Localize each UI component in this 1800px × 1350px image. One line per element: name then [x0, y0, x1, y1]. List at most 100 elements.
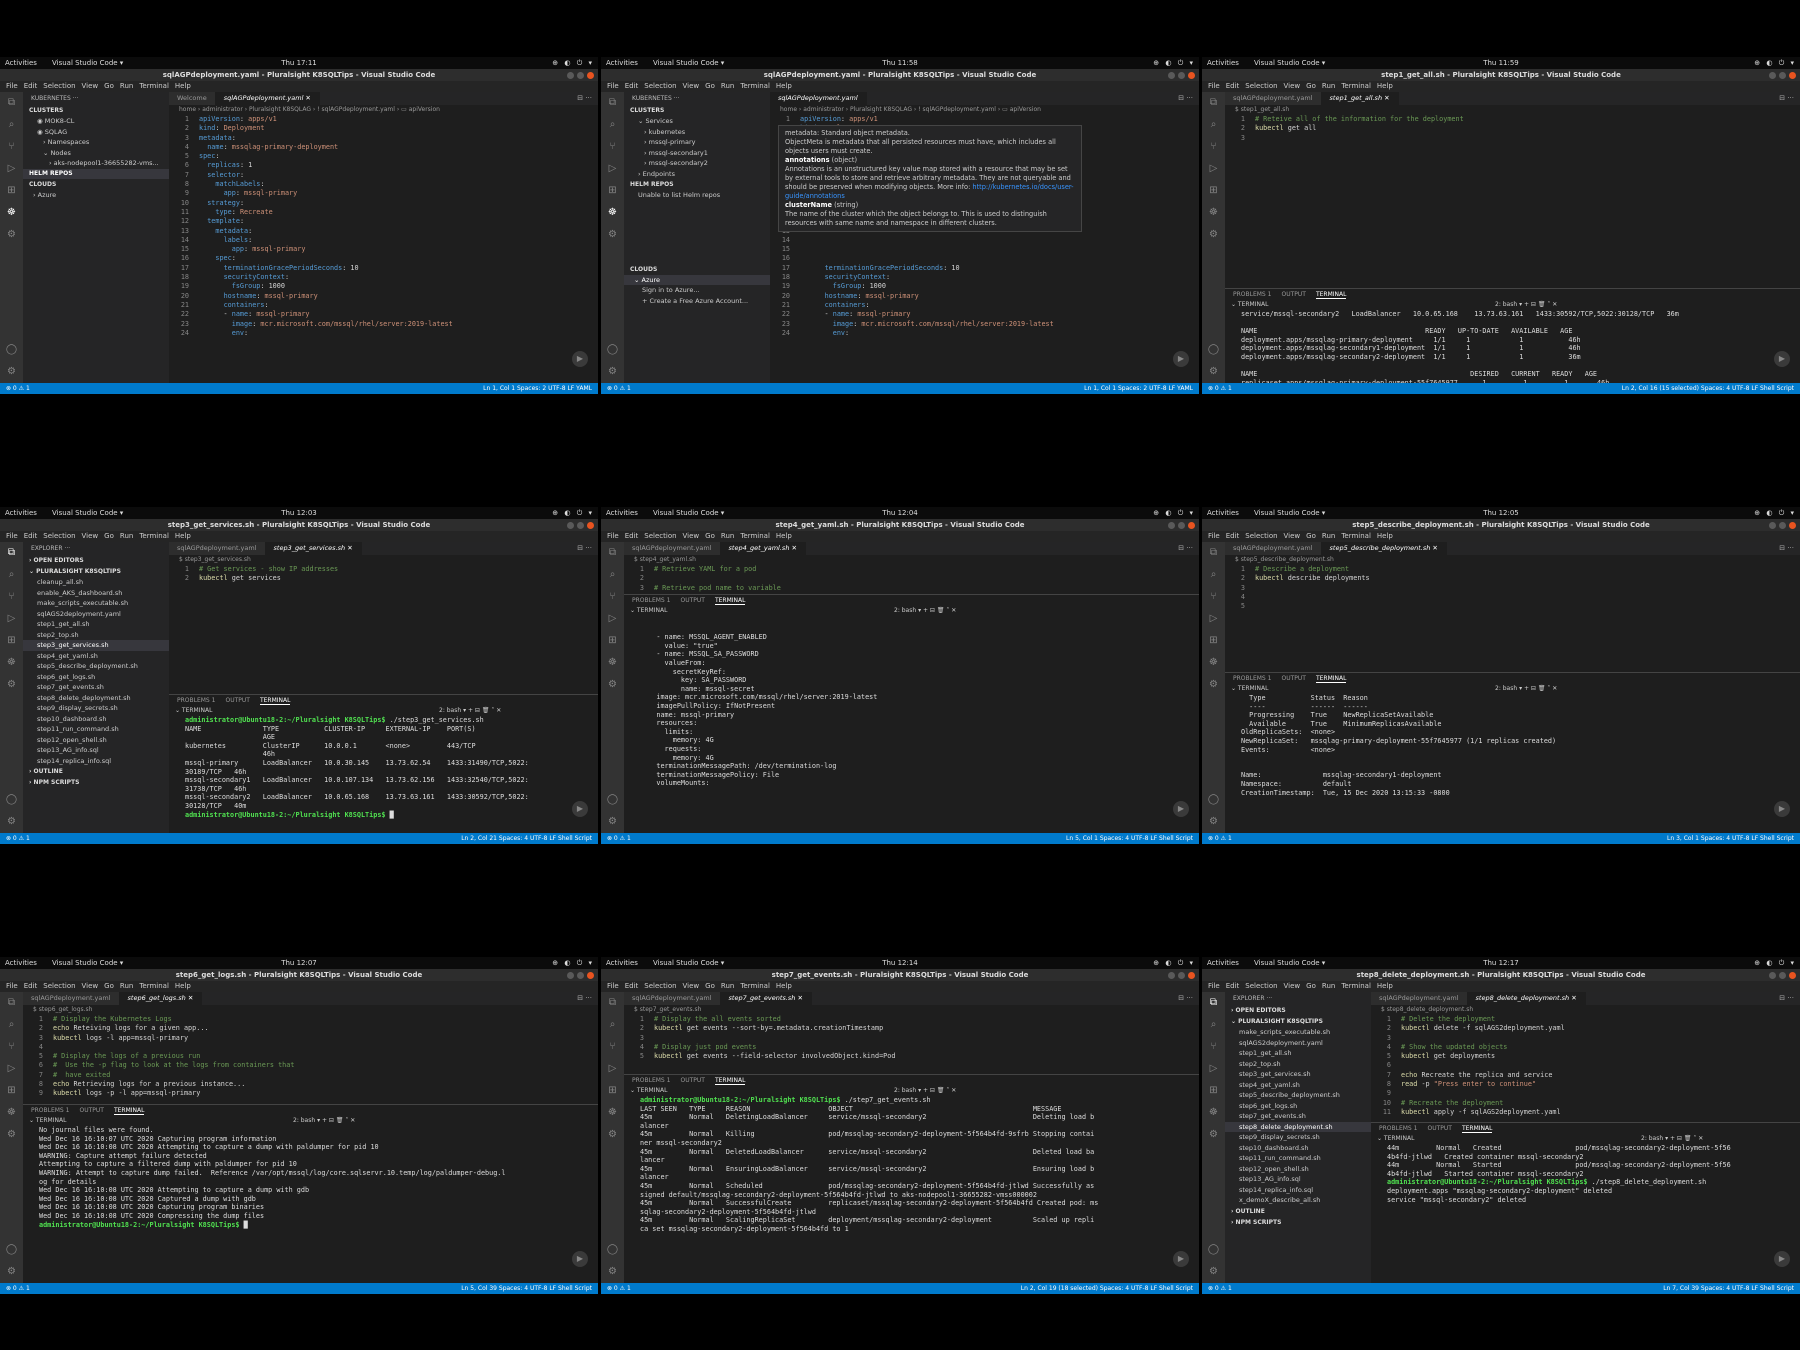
- close-button[interactable]: [1188, 972, 1195, 979]
- menu-file[interactable]: File: [1208, 532, 1220, 540]
- side-bar-section[interactable]: › NPM SCRIPTS: [23, 777, 169, 788]
- source-control-icon[interactable]: ⑂: [0, 1036, 23, 1058]
- tree-item[interactable]: make_scripts_executable.sh: [1225, 1027, 1371, 1038]
- split-editor-icon[interactable]: ⊟ ···: [1779, 542, 1794, 555]
- docker-icon[interactable]: ⚙: [601, 1124, 624, 1146]
- explorer-icon[interactable]: ⧉: [601, 992, 624, 1014]
- tree-item[interactable]: [624, 243, 770, 254]
- menu-help[interactable]: Help: [1377, 82, 1393, 90]
- close-button[interactable]: [1188, 522, 1195, 529]
- clock[interactable]: Thu 12:07: [0, 957, 598, 969]
- menu-help[interactable]: Help: [776, 532, 792, 540]
- tree-item[interactable]: step11_run_command.sh: [23, 724, 169, 735]
- tree-item[interactable]: step1_get_all.sh: [23, 619, 169, 630]
- editor-tab[interactable]: step8_delete_deployment.sh ✕: [1467, 992, 1586, 1005]
- tree-item[interactable]: › mssql-secondary2: [624, 158, 770, 169]
- menu-help[interactable]: Help: [776, 982, 792, 990]
- status-cursor-info[interactable]: Ln 2, Col 21 Spaces: 4 UTF-8 LF Shell Sc…: [461, 833, 592, 844]
- source-control-icon[interactable]: ⑂: [601, 586, 624, 608]
- settings-gear-icon[interactable]: ⚙: [1202, 1261, 1225, 1283]
- run-button-icon[interactable]: ▶: [1774, 801, 1790, 817]
- menu-view[interactable]: View: [683, 982, 700, 990]
- clock[interactable]: Thu 12:05: [1202, 507, 1800, 519]
- explorer-icon[interactable]: ⧉: [601, 542, 624, 564]
- clock[interactable]: Thu 11:59: [1202, 57, 1800, 69]
- account-icon[interactable]: ◯: [1202, 339, 1225, 361]
- terminal-shell-select[interactable]: 2: bash ▾ + ⊟ 🗑 ˄ ✕: [894, 606, 956, 616]
- account-icon[interactable]: ◯: [1202, 789, 1225, 811]
- menu-run[interactable]: Run: [1322, 532, 1335, 540]
- close-button[interactable]: [1789, 522, 1796, 529]
- settings-gear-icon[interactable]: ⚙: [0, 1261, 23, 1283]
- kubernetes-icon[interactable]: ☸: [0, 652, 23, 674]
- menu-run[interactable]: Run: [721, 82, 734, 90]
- status-cursor-info[interactable]: Ln 1, Col 1 Spaces: 2 UTF-8 LF YAML: [1084, 383, 1193, 394]
- clock[interactable]: Thu 12:03: [0, 507, 598, 519]
- terminal-output[interactable]: administrator@Ubuntu18-2:~/Pluralsight K…: [169, 716, 598, 819]
- panel-tab-problems[interactable]: PROBLEMS 1: [1379, 1125, 1417, 1132]
- panel-tab-output[interactable]: OUTPUT: [1281, 675, 1305, 682]
- close-button[interactable]: [1789, 72, 1796, 79]
- run-button-icon[interactable]: ▶: [1173, 1251, 1189, 1267]
- side-bar-section[interactable]: ⌄ PLURALSIGHT K8SQLTIPS: [1225, 1016, 1371, 1027]
- menu-file[interactable]: File: [6, 982, 18, 990]
- menu-selection[interactable]: Selection: [644, 82, 676, 90]
- terminal-shell-select[interactable]: 2: bash ▾ + ⊟ 🗑 ˄ ✕: [1495, 300, 1557, 310]
- run-button-icon[interactable]: ▶: [572, 801, 588, 817]
- menu-run[interactable]: Run: [120, 532, 133, 540]
- account-icon[interactable]: ◯: [601, 339, 624, 361]
- terminal-shell-select[interactable]: 2: bash ▾ + ⊟ 🗑 ˄ ✕: [293, 1116, 355, 1126]
- source-control-icon[interactable]: ⑂: [0, 136, 23, 158]
- terminal-output[interactable]: Type Status Reason ---- ------ ------ Pr…: [1225, 694, 1800, 797]
- menu-view[interactable]: View: [82, 82, 99, 90]
- system-tray-icons[interactable]: ⊕ ◐ ⏻ ▾: [1754, 507, 1796, 519]
- tree-item[interactable]: + Create a Free Azure Account...: [624, 296, 770, 307]
- panel-tab-terminal[interactable]: TERMINAL: [1461, 1125, 1493, 1133]
- side-bar-section[interactable]: CLUSTERS: [23, 105, 169, 116]
- kubernetes-icon[interactable]: ☸: [0, 202, 23, 224]
- menu-selection[interactable]: Selection: [43, 982, 75, 990]
- menu-selection[interactable]: Selection: [1245, 982, 1277, 990]
- system-tray-icons[interactable]: ⊕ ◐ ⏻ ▾: [1754, 957, 1796, 969]
- run-debug-icon[interactable]: ▷: [0, 1058, 23, 1080]
- kubernetes-icon[interactable]: ☸: [1202, 1102, 1225, 1124]
- menu-help[interactable]: Help: [175, 982, 191, 990]
- maximize-button[interactable]: [577, 522, 584, 529]
- kubernetes-icon[interactable]: ☸: [601, 652, 624, 674]
- account-icon[interactable]: ◯: [601, 789, 624, 811]
- menu-go[interactable]: Go: [1306, 532, 1316, 540]
- editor-tab[interactable]: sqlAGPdeployment.yaml: [770, 92, 867, 105]
- search-icon[interactable]: ⌕: [1202, 114, 1225, 136]
- side-bar-section[interactable]: › OPEN EDITORS: [1225, 1005, 1371, 1016]
- status-cursor-info[interactable]: Ln 2, Col 19 (18 selected) Spaces: 4 UTF…: [1021, 1283, 1193, 1294]
- run-debug-icon[interactable]: ▷: [1202, 1058, 1225, 1080]
- tree-item[interactable]: › mssql-primary: [624, 137, 770, 148]
- status-problems[interactable]: ⊗ 0 ⚠ 1: [607, 833, 631, 844]
- tree-item[interactable]: step4_get_yaml.sh: [23, 651, 169, 662]
- extensions-icon[interactable]: ⊞: [601, 1080, 624, 1102]
- tree-item[interactable]: [624, 232, 770, 243]
- tree-item[interactable]: step11_run_command.sh: [1225, 1153, 1371, 1164]
- menu-go[interactable]: Go: [104, 532, 114, 540]
- system-tray-icons[interactable]: ⊕ ◐ ⏻ ▾: [552, 957, 594, 969]
- maximize-button[interactable]: [1779, 972, 1786, 979]
- split-editor-icon[interactable]: ⊟ ···: [577, 92, 592, 105]
- run-debug-icon[interactable]: ▷: [1202, 608, 1225, 630]
- clock[interactable]: Thu 12:04: [601, 507, 1199, 519]
- menu-file[interactable]: File: [6, 532, 18, 540]
- status-problems[interactable]: ⊗ 0 ⚠ 1: [607, 1283, 631, 1294]
- system-tray-icons[interactable]: ⊕ ◐ ⏻ ▾: [1754, 57, 1796, 69]
- menu-go[interactable]: Go: [1306, 82, 1316, 90]
- menu-edit[interactable]: Edit: [1226, 82, 1240, 90]
- tree-item[interactable]: ◉ MOK8-CL: [23, 116, 169, 127]
- menu-help[interactable]: Help: [175, 82, 191, 90]
- source-control-icon[interactable]: ⑂: [0, 586, 23, 608]
- explorer-icon[interactable]: ⧉: [0, 542, 23, 564]
- run-debug-icon[interactable]: ▷: [0, 158, 23, 180]
- docker-icon[interactable]: ⚙: [1202, 1124, 1225, 1146]
- side-bar-section[interactable]: CLOUDS: [23, 179, 169, 190]
- status-problems[interactable]: ⊗ 0 ⚠ 1: [1208, 1283, 1232, 1294]
- tree-item[interactable]: step10_dashboard.sh: [1225, 1143, 1371, 1154]
- clock[interactable]: Thu 12:14: [601, 957, 1199, 969]
- tree-item[interactable]: ◉ SQLAG: [23, 127, 169, 138]
